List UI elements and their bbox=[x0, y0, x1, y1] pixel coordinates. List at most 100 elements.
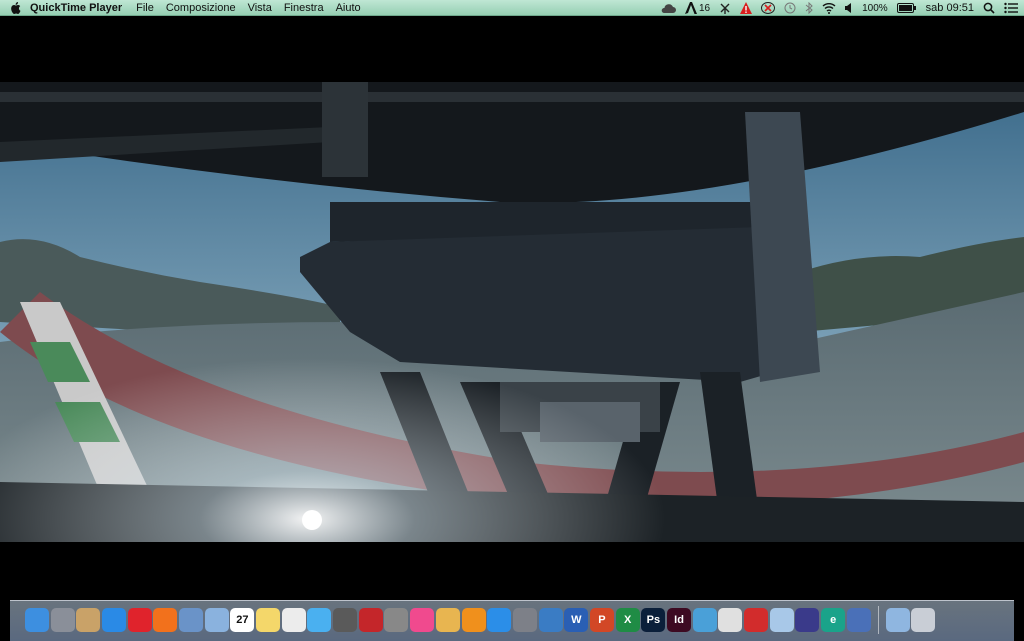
dock-item[interactable] bbox=[332, 605, 358, 635]
dock-item[interactable] bbox=[358, 605, 384, 635]
indesign-icon: Id bbox=[667, 608, 692, 632]
dock-item[interactable] bbox=[281, 605, 307, 635]
word-icon: W bbox=[564, 608, 589, 632]
sync-icon bbox=[769, 608, 794, 632]
dock-item[interactable]: W bbox=[563, 605, 589, 635]
adobe-count: 16 bbox=[698, 2, 711, 14]
dock-item[interactable] bbox=[718, 605, 744, 635]
dock-item[interactable] bbox=[384, 605, 410, 635]
adobe-icon[interactable]: 16 bbox=[684, 1, 711, 15]
photos-icon bbox=[384, 608, 409, 632]
photoshop-label: Ps bbox=[646, 614, 661, 626]
dock-item[interactable] bbox=[692, 605, 718, 635]
excel-label: X bbox=[623, 614, 632, 626]
word-label: W bbox=[571, 614, 582, 626]
finder-icon bbox=[24, 608, 49, 632]
dock-item[interactable] bbox=[75, 605, 101, 635]
dock-item[interactable] bbox=[538, 605, 564, 635]
rocket-icon bbox=[50, 608, 75, 632]
system-preferences-icon bbox=[512, 608, 537, 632]
powerpoint-icon: P bbox=[589, 608, 614, 632]
warning-icon[interactable] bbox=[740, 1, 753, 15]
contacts-icon bbox=[76, 608, 101, 632]
dock-item[interactable] bbox=[910, 605, 936, 635]
time-machine-icon[interactable] bbox=[784, 1, 796, 15]
downloads-folder-icon bbox=[885, 608, 910, 632]
dock-separator bbox=[877, 606, 879, 634]
battery-percent: 100% bbox=[862, 2, 888, 14]
trash-icon bbox=[911, 608, 936, 632]
firefox-icon bbox=[153, 608, 178, 632]
eset-icon: e bbox=[821, 608, 846, 632]
clock[interactable]: sab 09:51 bbox=[926, 2, 974, 14]
dock-item[interactable] bbox=[307, 605, 333, 635]
excel-icon: X bbox=[615, 608, 640, 632]
dock-item[interactable]: e bbox=[820, 605, 846, 635]
text-edit-icon bbox=[435, 608, 460, 632]
ibooks-icon bbox=[461, 608, 486, 632]
dock-item[interactable] bbox=[743, 605, 769, 635]
status-area: 16 100% sab 09:51 bbox=[660, 0, 1018, 16]
dock-item[interactable] bbox=[486, 605, 512, 635]
dock-item[interactable] bbox=[24, 605, 50, 635]
powerpoint-label: P bbox=[598, 614, 606, 626]
dock-item[interactable] bbox=[178, 605, 204, 635]
screen-sharing-icon bbox=[538, 608, 563, 632]
dock-item[interactable] bbox=[50, 605, 76, 635]
dock-item[interactable] bbox=[127, 605, 153, 635]
dock-item[interactable]: Id bbox=[666, 605, 692, 635]
downloader-icon bbox=[692, 608, 717, 632]
dock-item[interactable]: 27 bbox=[230, 605, 256, 635]
indesign-label: Id bbox=[674, 614, 684, 626]
blocked-icon[interactable] bbox=[761, 1, 776, 15]
dock-item[interactable] bbox=[152, 605, 178, 635]
dock-item[interactable] bbox=[885, 605, 911, 635]
messages-icon bbox=[307, 608, 332, 632]
dock-item[interactable] bbox=[101, 605, 127, 635]
spotlight-search-icon[interactable] bbox=[983, 1, 995, 15]
dock-item[interactable] bbox=[461, 605, 487, 635]
script-editor-icon bbox=[718, 608, 743, 632]
dock-item[interactable]: X bbox=[615, 605, 641, 635]
dock-item[interactable] bbox=[512, 605, 538, 635]
calendar-icon: 27 bbox=[230, 608, 255, 632]
dock-item[interactable] bbox=[435, 605, 461, 635]
cloud-icon[interactable] bbox=[660, 1, 676, 15]
reminders-icon bbox=[281, 608, 306, 632]
network-icon bbox=[846, 608, 871, 632]
bluetooth-icon[interactable] bbox=[805, 1, 813, 15]
dock-item[interactable] bbox=[409, 605, 435, 635]
preview-icon bbox=[178, 608, 203, 632]
facetime-icon bbox=[333, 608, 358, 632]
calendar-label: 27 bbox=[236, 614, 249, 626]
mail-icon bbox=[204, 608, 229, 632]
menu-finestra[interactable]: Finestra bbox=[284, 2, 324, 14]
menu-composizione[interactable]: Composizione bbox=[166, 2, 236, 14]
dock-item[interactable] bbox=[255, 605, 281, 635]
imovie-icon bbox=[795, 608, 820, 632]
menu-vista[interactable]: Vista bbox=[248, 2, 272, 14]
volume-icon[interactable] bbox=[845, 1, 853, 15]
video-scene bbox=[0, 82, 1024, 542]
menu-aiuto[interactable]: Aiuto bbox=[336, 2, 361, 14]
notification-center-icon[interactable] bbox=[1004, 1, 1018, 15]
dock-item[interactable] bbox=[795, 605, 821, 635]
wifi-icon[interactable] bbox=[822, 1, 836, 15]
battery-icon[interactable] bbox=[896, 1, 917, 15]
itunes-icon bbox=[410, 608, 435, 632]
apple-menu-icon[interactable] bbox=[0, 1, 30, 14]
menu-app-name[interactable]: QuickTime Player bbox=[30, 2, 122, 14]
antenna-icon[interactable] bbox=[719, 1, 731, 15]
dock-item[interactable]: Ps bbox=[641, 605, 667, 635]
dock-item[interactable] bbox=[846, 605, 872, 635]
dock-item[interactable] bbox=[769, 605, 795, 635]
dock: 27 W P X Ps Id e bbox=[24, 603, 936, 637]
photo-booth-icon bbox=[358, 608, 383, 632]
app-store-icon bbox=[487, 608, 512, 632]
video-frame[interactable] bbox=[0, 82, 1024, 542]
menu-file[interactable]: File bbox=[136, 2, 154, 14]
dock-item[interactable]: P bbox=[589, 605, 615, 635]
opera-icon bbox=[127, 608, 152, 632]
dock-item[interactable] bbox=[204, 605, 230, 635]
safari-icon bbox=[101, 608, 126, 632]
